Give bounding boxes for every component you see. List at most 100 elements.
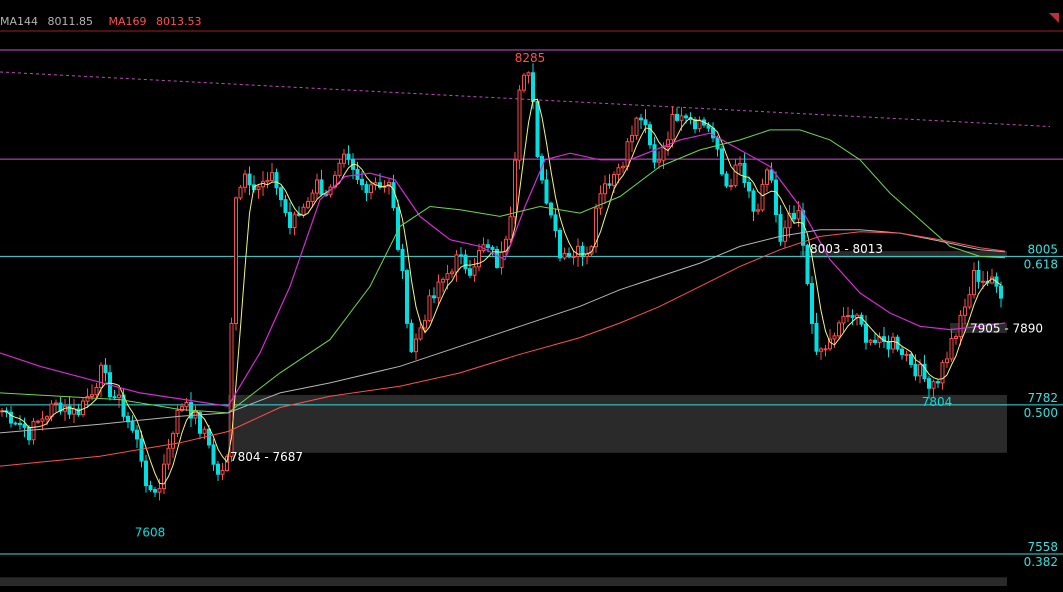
fib-label-1: 0.618 (1024, 257, 1058, 271)
candle-body-142 (639, 117, 643, 121)
candle-body-71 (319, 179, 324, 195)
candle-body-2 (9, 411, 13, 424)
candle-body-89 (400, 248, 405, 272)
candle-body-191 (859, 314, 864, 325)
candle-body-151 (679, 115, 684, 121)
candle-body-59 (265, 179, 270, 183)
candle-body-135 (607, 183, 612, 186)
candle-body-124 (558, 229, 562, 259)
candle-body-65 (292, 213, 297, 229)
candle-body-108 (486, 244, 490, 248)
candle-body-209 (940, 362, 945, 384)
candle-body-185 (832, 335, 837, 340)
candle-body-7 (31, 420, 36, 441)
legend-ma144-value: 8011.85 (47, 15, 94, 28)
candle-body-99 (445, 273, 450, 280)
candle-body-121 (544, 179, 549, 204)
candle-body-57 (256, 186, 261, 191)
candle-body-204 (918, 363, 922, 377)
candle-body-22 (99, 364, 103, 388)
candle-body-177 (796, 210, 801, 220)
candle-body-12 (54, 402, 58, 405)
candle-body-149 (670, 113, 675, 141)
candle-body-126 (567, 252, 571, 258)
candle-body-119 (535, 101, 540, 157)
candle-body-3 (13, 422, 18, 425)
candle-body-134 (603, 183, 607, 195)
candle-body-180 (810, 283, 814, 324)
candle-body-211 (949, 337, 954, 360)
candle-body-206 (927, 378, 931, 389)
candle-body-136 (612, 173, 616, 186)
candle-body-33 (148, 485, 153, 491)
legend-ma144: MA144 8011.85 (0, 15, 103, 28)
candle-body-10 (45, 416, 49, 420)
candle-body-63 (283, 199, 288, 214)
candle-body-69 (310, 192, 315, 203)
candle-body-173 (778, 213, 783, 242)
price-label-3: 7558 (1027, 540, 1058, 554)
candle-body-8 (36, 420, 40, 423)
candle-body-21 (94, 386, 99, 396)
candle-body-53 (238, 186, 243, 199)
annotation-1: 7608 (135, 526, 166, 540)
fib-label-3: 0.382 (1024, 555, 1058, 569)
candle-body-92 (414, 338, 418, 353)
candle-body-36 (162, 463, 166, 490)
candle-body-91 (409, 322, 414, 353)
candle-body-216 (972, 269, 976, 296)
candle-body-32 (144, 460, 148, 487)
candle-body-201 (904, 353, 909, 356)
annotation-3: 7804 - 7687 (230, 450, 303, 464)
candle-body-61 (274, 172, 279, 189)
candle-body-114 (513, 159, 517, 218)
candle-body-5 (22, 423, 27, 428)
candle-body-198 (891, 336, 895, 350)
candle-body-62 (279, 187, 283, 201)
candle-body-122 (549, 202, 553, 216)
candle-body-47 (211, 444, 216, 465)
candle-body-20 (90, 394, 94, 397)
annotation-5: 7905 - 7890 (970, 321, 1043, 335)
candle-body-94 (423, 320, 427, 329)
candle-body-146 (657, 159, 661, 163)
candle-body-60 (270, 172, 274, 181)
candle-body-25 (112, 396, 117, 399)
candle-body-81 (364, 184, 369, 193)
candle-body-214 (963, 306, 967, 316)
candle-body-193 (868, 339, 873, 343)
candle-body-202 (909, 353, 913, 365)
candle-body-181 (814, 322, 819, 352)
candle-body-98 (441, 278, 445, 283)
candle-body-176 (792, 212, 796, 220)
candle-body-55 (247, 173, 252, 186)
candle-body-113 (508, 216, 513, 240)
legend-ma169-value: 8013.53 (156, 15, 202, 28)
candle-body-11 (49, 403, 54, 418)
candle-body-52 (234, 197, 238, 324)
candle-body-64 (288, 212, 292, 229)
candle-body-115 (517, 89, 522, 161)
candle-body-48 (216, 463, 220, 475)
candle-body-167 (751, 190, 756, 212)
candle-body-70 (315, 179, 319, 194)
candle-body-23 (103, 364, 108, 374)
candle-body-123 (553, 214, 558, 231)
candle-body-189 (850, 315, 855, 318)
legend-ma169: MA169 8013.53 (109, 15, 208, 28)
candlestick-chart[interactable]: 8285 7608 7804 7804 - 7687 8003 - 8013 7905 -… (0, 0, 1063, 592)
legend-ma169-label: MA169 (108, 15, 147, 28)
candle-body-222 (999, 285, 1003, 299)
fib-label-2: 0.500 (1024, 406, 1058, 420)
candle-body-75 (337, 162, 342, 176)
candle-body-101 (454, 254, 459, 273)
candle-body-104 (468, 268, 472, 276)
candle-body-29 (130, 421, 135, 431)
candle-body-161 (724, 173, 729, 187)
annotation-2: 7804 (922, 395, 953, 409)
candle-body-19 (85, 395, 90, 402)
candle-body-179 (805, 244, 810, 285)
candle-body-133 (598, 193, 603, 209)
candle-body-100 (450, 271, 454, 275)
candle-body-186 (837, 322, 841, 337)
